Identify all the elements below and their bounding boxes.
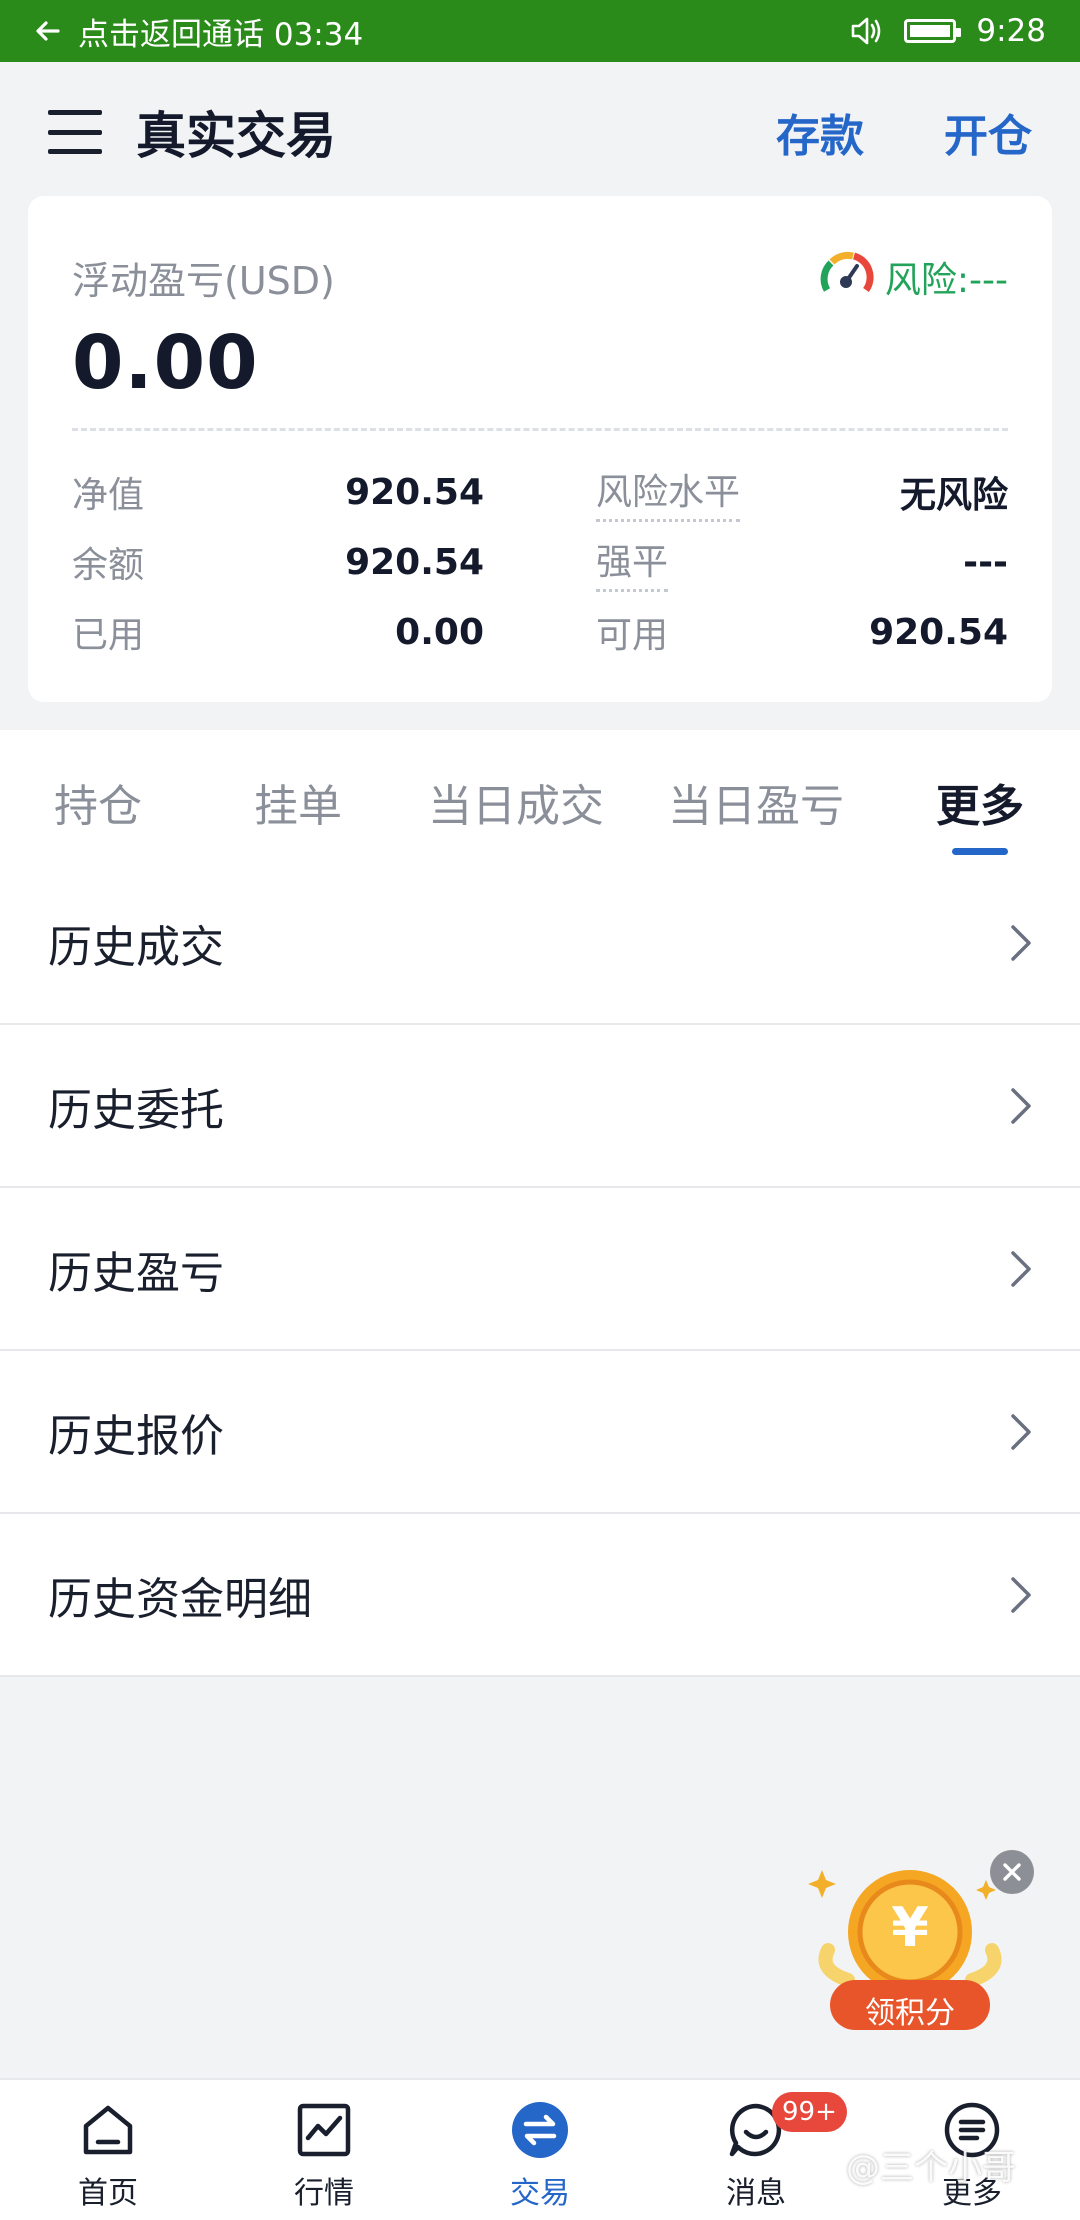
chevron-right-icon (1011, 1087, 1031, 1124)
list-item-label: 历史委托 (48, 1084, 224, 1136)
list-item-label: 历史资金明细 (48, 1573, 312, 1625)
liquidation-label[interactable]: 强平 (596, 533, 669, 592)
page-title: 真实交易 (136, 107, 336, 165)
close-icon (1003, 1863, 1021, 1881)
stat-row-balance: 余额 920.54 (72, 527, 484, 597)
promo-close-button[interactable] (990, 1850, 1034, 1894)
volume-icon (852, 17, 881, 45)
risk-indicator[interactable]: 风险:--- (817, 248, 1008, 306)
nav-label: 首页 (78, 2176, 138, 2211)
stats-right-column: 风险水平 无风险 强平 --- 可用 920.54 (596, 457, 1008, 667)
stat-row-risk-level: 风险水平 无风险 (596, 457, 1008, 527)
active-tab-indicator (952, 848, 1008, 855)
tab-pending-orders[interactable]: 挂单 (254, 770, 342, 834)
deposit-button[interactable]: 存款 (776, 100, 864, 164)
app-header: 真实交易 存款 开仓 (0, 62, 1080, 202)
stat-value: 920.54 (869, 611, 1008, 653)
nav-label: 消息 (726, 2176, 786, 2211)
chevron-right-icon (1011, 1576, 1031, 1613)
stat-value: 920.54 (345, 541, 484, 583)
back-arrow-icon (36, 21, 60, 41)
claim-points-label: 领积分 (865, 1996, 955, 2031)
list-item-label: 历史成交 (48, 921, 224, 973)
home-icon (83, 2105, 133, 2155)
risk-gauge-icon (820, 251, 874, 293)
list-item-history-funds[interactable]: 历史资金明细 (0, 1514, 1080, 1677)
coin-symbol: ¥ (891, 1896, 929, 1959)
stat-label: 净值 (72, 475, 145, 516)
unread-badge: 99+ (772, 2092, 847, 2132)
stat-row-available: 可用 920.54 (596, 597, 1008, 667)
divider (72, 428, 1008, 431)
floating-pnl-label: 浮动盈亏(USD) (72, 258, 335, 303)
list-item-label: 历史报价 (48, 1410, 224, 1462)
menu-icon[interactable] (48, 110, 102, 154)
nav-home[interactable]: 首页 (0, 2080, 216, 2220)
stat-row-liquidation: 强平 --- (596, 527, 1008, 597)
stat-row-equity: 净值 920.54 (72, 457, 484, 527)
account-summary-card: 浮动盈亏(USD) 风险:--- 0.00 净值 920.54 余额 920.5… (28, 196, 1052, 702)
tab-positions[interactable]: 持仓 (54, 770, 142, 834)
list-item-history-trades[interactable]: 历史成交 (0, 862, 1080, 1025)
stat-label: 余额 (72, 545, 145, 586)
tab-more[interactable]: 更多 (936, 770, 1024, 834)
stat-row-used: 已用 0.00 (72, 597, 484, 667)
stat-label: 可用 (596, 615, 669, 656)
list-item-history-pnl[interactable]: 历史盈亏 (0, 1188, 1080, 1351)
history-list: 历史成交 历史委托 历史盈亏 历史报价 历史资金明细 (0, 862, 1080, 1677)
list-item-history-quotes[interactable]: 历史报价 (0, 1351, 1080, 1514)
nav-label: 交易 (510, 2176, 570, 2211)
nav-label: 行情 (294, 2176, 354, 2211)
nav-messages[interactable]: 消息 99+ (648, 2080, 864, 2220)
stat-value: --- (963, 541, 1008, 583)
status-bar: 点击返回通话 03:34 9:28 (0, 0, 1080, 62)
stats-left-column: 净值 920.54 余额 920.54 已用 0.00 (72, 457, 484, 667)
exchange-icon (512, 2102, 568, 2158)
stat-value: 无风险 (899, 475, 1008, 516)
stat-value: 0.00 (395, 611, 484, 653)
stat-label: 已用 (72, 615, 145, 656)
watermark: @三个小哥 (846, 2148, 1016, 2188)
chevron-right-icon (1011, 924, 1031, 961)
risk-label: 风险:--- (884, 260, 1008, 301)
list-item-history-orders[interactable]: 历史委托 (0, 1025, 1080, 1188)
floating-pnl-value: 0.00 (72, 320, 259, 406)
clock: 9:28 (976, 13, 1046, 49)
points-promo-widget[interactable]: ¥ 领积分 (808, 1840, 1012, 2040)
tab-today-pnl[interactable]: 当日盈亏 (668, 770, 844, 834)
nav-trade[interactable]: 交易 (432, 2080, 648, 2220)
trade-tabs: 持仓 挂单 当日成交 当日盈亏 更多 (0, 730, 1080, 862)
nav-market[interactable]: 行情 (216, 2080, 432, 2220)
open-position-button[interactable]: 开仓 (944, 100, 1032, 164)
chevron-right-icon (1011, 1250, 1031, 1287)
tab-today-trades[interactable]: 当日成交 (428, 770, 604, 834)
return-to-call[interactable]: 点击返回通话 03:34 (34, 9, 363, 54)
chevron-right-icon (1011, 1413, 1031, 1450)
list-item-label: 历史盈亏 (48, 1247, 224, 1299)
battery-icon (904, 19, 962, 43)
stat-value: 920.54 (345, 471, 484, 513)
call-text: 点击返回通话 03:34 (78, 16, 364, 53)
chart-icon (297, 2103, 351, 2157)
risk-level-label[interactable]: 风险水平 (596, 463, 741, 522)
